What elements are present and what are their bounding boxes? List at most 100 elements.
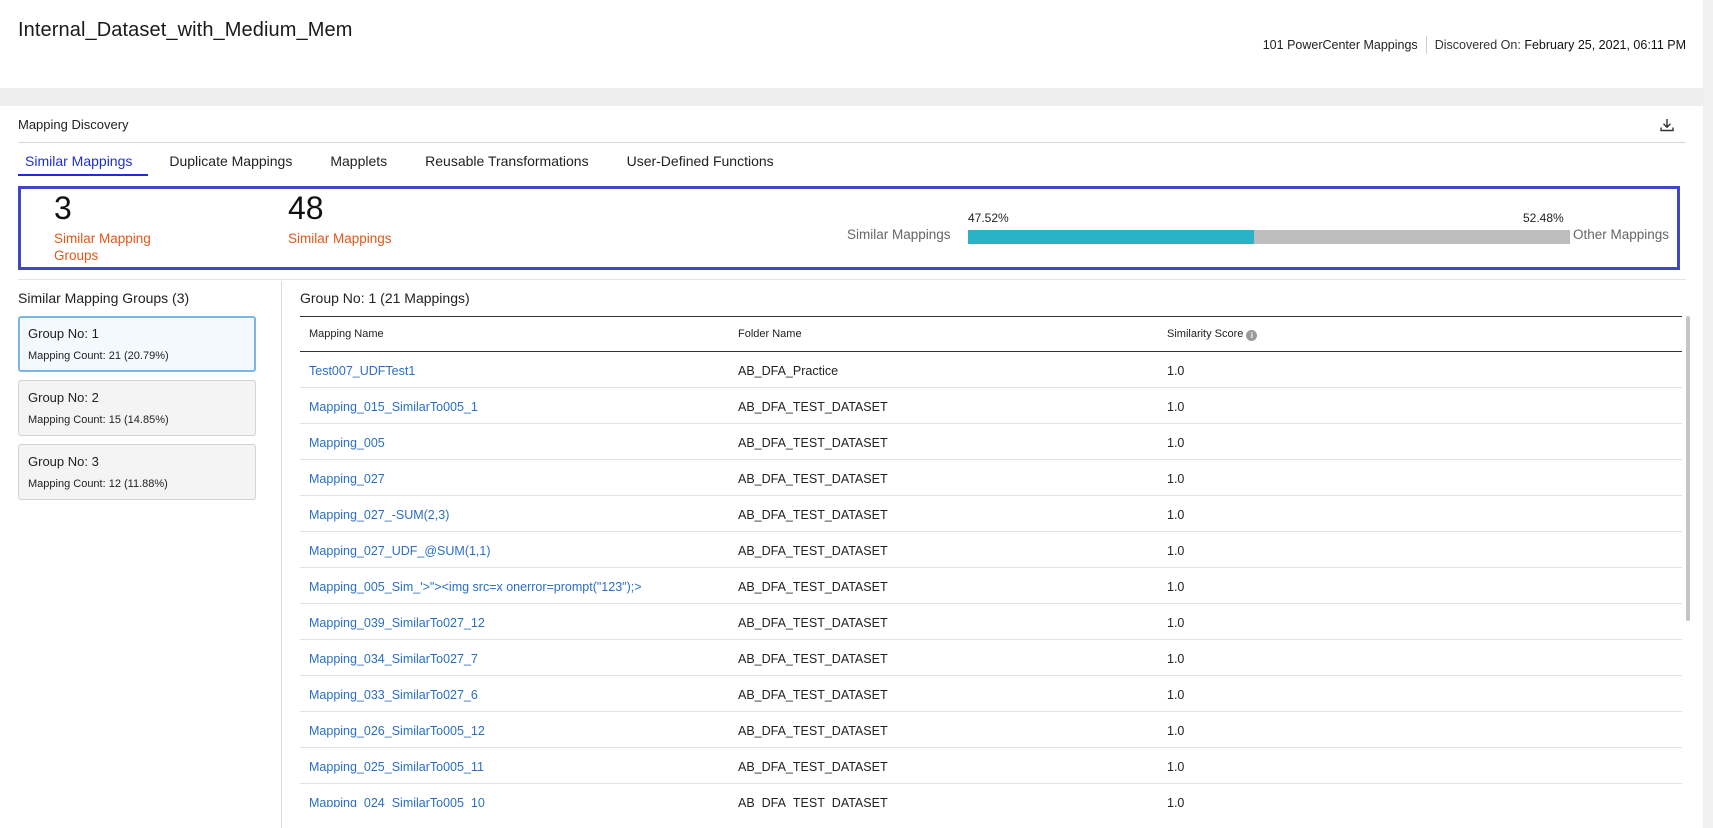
mappings-table: Mapping Name Folder Name Similarity Scor… <box>300 316 1682 807</box>
column-header-similarity-score[interactable]: Similarity Score i <box>1167 328 1258 341</box>
tab-user-defined-functions[interactable]: User-Defined Functions <box>627 151 774 175</box>
tab-duplicate-mappings[interactable]: Duplicate Mappings <box>169 151 292 175</box>
page-title: Internal_Dataset_with_Medium_Mem <box>18 19 353 41</box>
similarity-score-cell: 1.0 <box>1167 400 1185 414</box>
folder-name-cell: AB_DFA_TEST_DATASET <box>738 436 888 450</box>
folder-name-cell: AB_DFA_TEST_DATASET <box>738 580 888 594</box>
similarity-score-cell: 1.0 <box>1167 580 1185 594</box>
mapping-name-link[interactable]: Mapping_033_SimilarTo027_6 <box>309 688 478 702</box>
groups-list-title: Similar Mapping Groups (3) <box>18 290 190 306</box>
mapping-name-link[interactable]: Mapping_027 <box>309 472 385 486</box>
table-row: Mapping_015_SimilarTo005_1 AB_DFA_TEST_DA… <box>300 388 1682 424</box>
column-header-mapping-name[interactable]: Mapping Name <box>309 328 384 340</box>
discovered-on: Discovered On: February 25, 2021, 06:11 … <box>1427 38 1686 52</box>
mapping-name-link[interactable]: Mapping_027_-SUM(2,3) <box>309 508 449 522</box>
similarity-score-cell: 1.0 <box>1167 436 1185 450</box>
discovered-label: Discovered On: <box>1434 38 1521 52</box>
group-mapping-count: Mapping Count: 15 (14.85%) <box>28 414 169 426</box>
folder-name-cell: AB_DFA_TEST_DATASET <box>738 688 888 702</box>
mapping-name-link[interactable]: Test007_UDFTest1 <box>309 364 415 378</box>
folder-name-cell: AB_DFA_TEST_DATASET <box>738 508 888 522</box>
group-card-2[interactable]: Group No: 2 Mapping Count: 15 (14.85%) <box>18 380 256 436</box>
similarity-score-cell: 1.0 <box>1167 760 1185 774</box>
table-row: Mapping_026_SimilarTo005_12 AB_DFA_TEST_D… <box>300 712 1682 748</box>
mapping-name-link[interactable]: Mapping_027_UDF_@SUM(1,1) <box>309 544 491 558</box>
content-divider <box>18 279 1686 280</box>
groups-stat: 3 Similar Mapping Groups <box>54 190 174 264</box>
discovered-value: February 25, 2021, 06:11 PM <box>1524 38 1686 52</box>
mapping-count-text: 101 PowerCenter Mappings <box>1262 38 1418 52</box>
mapping-name-link[interactable]: Mapping_039_SimilarTo027_12 <box>309 616 485 630</box>
table-header: Mapping Name Folder Name Similarity Scor… <box>300 316 1682 352</box>
groups-label: Similar Mapping Groups <box>54 231 151 264</box>
mappings-stat: 48 Similar Mappings <box>288 190 448 247</box>
mapping-name-link[interactable]: Mapping_034_SimilarTo027_7 <box>309 652 478 666</box>
download-icon[interactable] <box>1658 116 1676 134</box>
group-card-3[interactable]: Group No: 3 Mapping Count: 12 (11.88%) <box>18 444 256 500</box>
group-name: Group No: 2 <box>28 390 99 405</box>
group-card-1[interactable]: Group No: 1 Mapping Count: 21 (20.79%) <box>18 316 256 372</box>
section-title: Mapping Discovery <box>18 117 129 132</box>
folder-name-cell: AB_DFA_TEST_DATASET <box>738 400 888 414</box>
folder-name-cell: AB_DFA_TEST_DATASET <box>738 796 888 807</box>
section-divider <box>18 142 1686 143</box>
mapping-name-link[interactable]: Mapping_024_SimilarTo005_10 <box>309 796 485 807</box>
similarity-score-cell: 1.0 <box>1167 796 1185 807</box>
table-row: Mapping_005 AB_DFA_TEST_DATASET 1.0 <box>300 424 1682 460</box>
column-header-folder-name[interactable]: Folder Name <box>738 328 802 340</box>
window-right-edge <box>1703 0 1713 828</box>
mappings-count: 48 <box>288 190 324 226</box>
similarity-score-cell: 1.0 <box>1167 652 1185 666</box>
folder-name-cell: AB_DFA_TEST_DATASET <box>738 472 888 486</box>
table-row: Mapping_033_SimilarTo027_6 AB_DFA_TEST_DA… <box>300 676 1682 712</box>
tab-bar: Similar Mappings Duplicate Mappings Mapp… <box>18 151 812 176</box>
table-body: Test007_UDFTest1 AB_DFA_Practice 1.0 Mappin… <box>300 352 1682 807</box>
distribution-bar-fill <box>968 230 1255 244</box>
similarity-score-cell: 1.0 <box>1167 724 1185 738</box>
summary-panel: 3 Similar Mapping Groups 48 Similar Mapp… <box>18 186 1680 270</box>
similarity-score-cell: 1.0 <box>1167 544 1185 558</box>
table-row: Mapping_024_SimilarTo005_10 AB_DFA_TEST_D… <box>300 784 1682 807</box>
table-row: Mapping_039_SimilarTo027_12 AB_DFA_TEST_D… <box>300 604 1682 640</box>
table-scrollbar[interactable] <box>1686 316 1692 807</box>
similar-percent-label: 47.52% <box>968 211 1009 225</box>
panel-divider <box>281 281 282 828</box>
group-mapping-count: Mapping Count: 12 (11.88%) <box>28 478 168 490</box>
folder-name-cell: AB_DFA_TEST_DATASET <box>738 760 888 774</box>
group-name: Group No: 3 <box>28 454 99 469</box>
other-percent-label: 52.48% <box>1523 211 1564 225</box>
other-mappings-bar-label: Other Mappings <box>1573 227 1670 242</box>
folder-name-cell: AB_DFA_TEST_DATASET <box>738 544 888 558</box>
similarity-score-cell: 1.0 <box>1167 508 1185 522</box>
table-row: Mapping_005_Sim_'>"><img src=x onerror=p… <box>300 568 1682 604</box>
info-icon[interactable]: i <box>1246 330 1258 341</box>
tab-reusable-transformations[interactable]: Reusable Transformations <box>425 151 588 175</box>
table-row: Mapping_034_SimilarTo027_7 AB_DFA_TEST_DA… <box>300 640 1682 676</box>
mapping-name-link[interactable]: Mapping_005_Sim_'>"><img src=x onerror=p… <box>309 580 642 594</box>
similarity-score-cell: 1.0 <box>1167 688 1185 702</box>
page-header: Internal_Dataset_with_Medium_Mem 101 Pow… <box>0 0 1703 88</box>
mapping-name-link[interactable]: Mapping_015_SimilarTo005_1 <box>309 400 478 414</box>
similar-mappings-bar-label: Similar Mappings <box>847 227 951 242</box>
mapping-name-link[interactable]: Mapping_026_SimilarTo005_12 <box>309 724 485 738</box>
groups-count: 3 <box>54 190 72 226</box>
mapping-name-link[interactable]: Mapping_025_SimilarTo005_11 <box>309 760 484 774</box>
folder-name-cell: AB_DFA_TEST_DATASET <box>738 616 888 630</box>
table-row: Mapping_027_UDF_@SUM(1,1) AB_DFA_TEST_DAT… <box>300 532 1682 568</box>
mapping-name-link[interactable]: Mapping_005 <box>309 436 385 450</box>
mappings-label: Similar Mappings <box>288 231 392 247</box>
scrollbar-thumb[interactable] <box>1686 316 1690 621</box>
tab-mapplets[interactable]: Mapplets <box>330 151 387 175</box>
similarity-distribution-bar: 47.52% 52.48% Similar Mappings Other Map… <box>847 211 1669 251</box>
distribution-bar-track <box>968 230 1570 244</box>
similarity-score-cell: 1.0 <box>1167 472 1185 486</box>
folder-name-cell: AB_DFA_TEST_DATASET <box>738 652 888 666</box>
header-separator-band <box>0 88 1703 106</box>
header-meta: 101 PowerCenter Mappings Discovered On: … <box>1263 36 1686 54</box>
group-name: Group No: 1 <box>28 326 99 341</box>
group-mapping-count: Mapping Count: 21 (20.79%) <box>28 350 169 362</box>
similarity-score-cell: 1.0 <box>1167 364 1185 378</box>
tab-similar-mappings[interactable]: Similar Mappings <box>18 151 149 176</box>
folder-name-cell: AB_DFA_TEST_DATASET <box>738 724 888 738</box>
table-row: Mapping_025_SimilarTo005_11 AB_DFA_TEST_D… <box>300 748 1682 784</box>
